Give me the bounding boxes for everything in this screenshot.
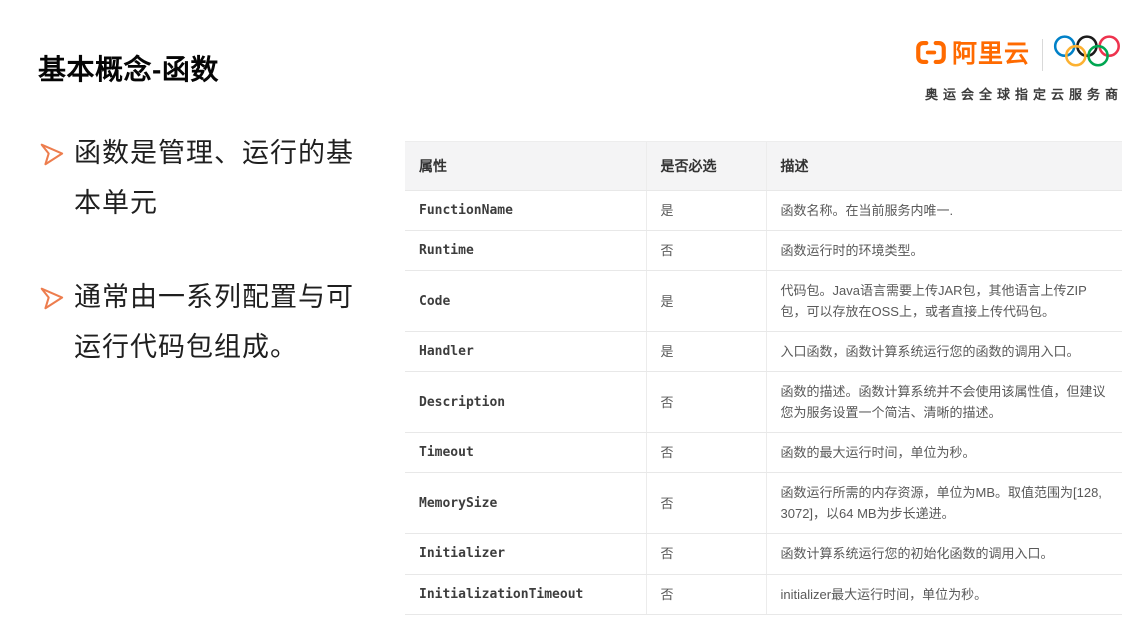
table-row: Code是代码包。Java语言需要上传JAR包，其他语言上传ZIP包，可以存放在… xyxy=(405,271,1122,332)
bullet-list: 函数是管理、运行的基本单元 通常由一系列配置与可运行代码包组成。 xyxy=(38,128,378,416)
attribute-cell: Timeout xyxy=(405,433,646,473)
attribute-cell: Handler xyxy=(405,332,646,372)
table-row: Initializer否函数计算系统运行您的初始化函数的调用入口。 xyxy=(405,534,1122,574)
required-cell: 否 xyxy=(646,433,766,473)
column-header-attribute: 属性 xyxy=(405,142,646,191)
attribute-cell: MemorySize xyxy=(405,473,646,534)
brand-divider xyxy=(1042,39,1043,71)
description-cell: 函数名称。在当前服务内唯一. xyxy=(766,191,1122,231)
alibaba-cloud-logo-icon xyxy=(914,38,948,72)
brand-logo-text: 阿里云 xyxy=(952,42,1030,67)
attribute-cell: Code xyxy=(405,271,646,332)
required-cell: 否 xyxy=(646,473,766,534)
brand-slogan: 奥运会全球指定云服务商 xyxy=(911,84,1123,103)
brand-row: 阿里云 xyxy=(911,34,1123,75)
attribute-cell: Runtime xyxy=(405,231,646,271)
column-header-required: 是否必选 xyxy=(646,142,766,191)
description-cell: 函数的最大运行时间，单位为秒。 xyxy=(766,433,1122,473)
table-row: Timeout否函数的最大运行时间，单位为秒。 xyxy=(405,433,1122,473)
bullet-text: 函数是管理、运行的基本单元 xyxy=(74,128,370,228)
column-header-description: 描述 xyxy=(766,142,1122,191)
list-item: 通常由一系列配置与可运行代码包组成。 xyxy=(38,272,378,372)
olympic-rings-icon xyxy=(1053,34,1123,75)
table-row: MemorySize否函数运行所需的内存资源，单位为MB。取值范围为[128, … xyxy=(405,473,1122,534)
attribute-cell: Description xyxy=(405,372,646,433)
table-row: FunctionName是函数名称。在当前服务内唯一. xyxy=(405,191,1122,231)
function-properties-table: 属性 是否必选 描述 FunctionName是函数名称。在当前服务内唯一.Ru… xyxy=(405,141,1122,615)
list-item: 函数是管理、运行的基本单元 xyxy=(38,128,378,228)
bullet-text: 通常由一系列配置与可运行代码包组成。 xyxy=(74,272,370,372)
description-cell: initializer最大运行时间，单位为秒。 xyxy=(766,574,1122,614)
description-cell: 函数计算系统运行您的初始化函数的调用入口。 xyxy=(766,534,1122,574)
brand-block: 阿里云 奥运会全球指定云服务商 xyxy=(911,34,1123,103)
required-cell: 是 xyxy=(646,332,766,372)
attribute-cell: InitializationTimeout xyxy=(405,574,646,614)
description-cell: 函数运行所需的内存资源，单位为MB。取值范围为[128, 3072]，以64 M… xyxy=(766,473,1122,534)
arrow-bullet-icon xyxy=(38,285,64,316)
arrow-bullet-icon xyxy=(38,141,64,172)
attribute-cell: FunctionName xyxy=(405,191,646,231)
required-cell: 是 xyxy=(646,271,766,332)
description-cell: 函数的描述。函数计算系统并不会使用该属性值，但建议您为服务设置一个简洁、清晰的描… xyxy=(766,372,1122,433)
required-cell: 否 xyxy=(646,574,766,614)
page-title: 基本概念-函数 xyxy=(38,48,219,88)
table-row: Description否函数的描述。函数计算系统并不会使用该属性值，但建议您为服… xyxy=(405,372,1122,433)
description-cell: 函数运行时的环境类型。 xyxy=(766,231,1122,271)
attribute-cell: Initializer xyxy=(405,534,646,574)
description-cell: 入口函数，函数计算系统运行您的函数的调用入口。 xyxy=(766,332,1122,372)
required-cell: 是 xyxy=(646,191,766,231)
table-row: InitializationTimeout否initializer最大运行时间，… xyxy=(405,574,1122,614)
required-cell: 否 xyxy=(646,231,766,271)
required-cell: 否 xyxy=(646,372,766,433)
table-row: Handler是入口函数，函数计算系统运行您的函数的调用入口。 xyxy=(405,332,1122,372)
description-cell: 代码包。Java语言需要上传JAR包，其他语言上传ZIP包，可以存放在OSS上，… xyxy=(766,271,1122,332)
table-header-row: 属性 是否必选 描述 xyxy=(405,142,1122,191)
required-cell: 否 xyxy=(646,534,766,574)
table-row: Runtime否函数运行时的环境类型。 xyxy=(405,231,1122,271)
